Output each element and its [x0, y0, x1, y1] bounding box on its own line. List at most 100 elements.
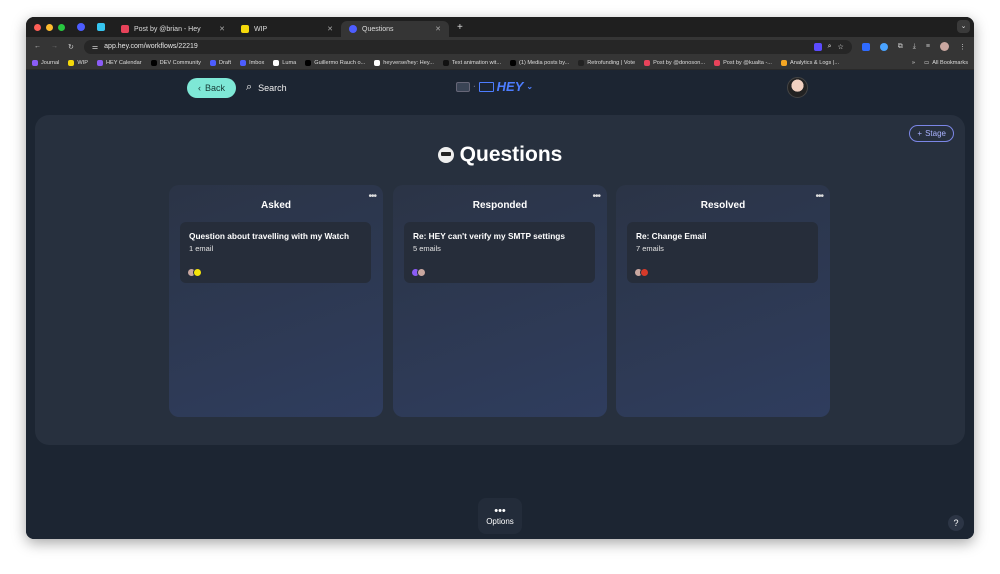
browser-toolbar: ← → ↻ ⚌ app.hey.com/workflows/22219 ⌕ ☆ … — [26, 37, 974, 56]
bookmark-favicon-icon — [510, 59, 516, 66]
bookmark-item[interactable]: Imbox — [240, 59, 265, 66]
stage-column: ••• Resolved Re: Change Email 7 emails — [616, 185, 830, 417]
bookmark-label: Draft — [218, 59, 232, 66]
close-tab-icon[interactable]: ✕ — [435, 25, 441, 33]
bookmark-label: Guillermo Rauch o... — [314, 59, 366, 66]
download-icon[interactable]: ⤓ — [913, 43, 916, 51]
thread-card[interactable]: Re: Change Email 7 emails — [627, 222, 818, 283]
tab-label: Post by @brian - Hey — [134, 25, 201, 33]
bookmark-item[interactable]: Draft — [209, 59, 232, 66]
maximize-window-button[interactable] — [58, 23, 65, 31]
media-icon[interactable]: ≡ — [926, 43, 930, 50]
bookmark-item[interactable]: DEV Community — [150, 59, 201, 66]
extensions-puzzle-icon[interactable]: ⧉ — [898, 43, 903, 51]
column-menu-icon[interactable]: ••• — [592, 191, 600, 202]
profile-avatar[interactable] — [940, 42, 949, 51]
address-bar[interactable]: ⚌ app.hey.com/workflows/22219 ⌕ ☆ — [83, 39, 852, 54]
minimize-window-button[interactable] — [46, 23, 53, 31]
bookmark-item[interactable]: Luma — [273, 59, 296, 66]
menu-kebab-icon[interactable]: ⋮ — [959, 43, 966, 51]
bookmark-favicon-icon — [374, 59, 381, 66]
participant-avatars — [187, 268, 202, 277]
tab-search-chevron-icon[interactable]: ⌄ — [957, 20, 970, 33]
participant-avatar — [193, 268, 202, 277]
bookmark-favicon-icon — [32, 59, 38, 66]
hey-icon — [349, 25, 357, 33]
bookmark-item[interactable]: heyverse/hey: Hey... — [374, 59, 434, 66]
all-bookmarks-button[interactable]: ▭ All Bookmarks — [924, 60, 968, 66]
bookmark-label: Retrofunding | Vote — [587, 59, 636, 66]
bookmark-item[interactable]: Analytics & Logs |... — [780, 59, 840, 66]
bookmark-item[interactable]: (1) Media posts by... — [510, 59, 569, 66]
stage-label: Stage — [925, 129, 946, 138]
tab-wip[interactable]: WIP ✕ — [233, 21, 341, 37]
column-title: Asked — [260, 200, 291, 211]
bookmark-item[interactable]: Journal — [32, 59, 59, 66]
chevron-left-icon: ‹ — [197, 83, 201, 93]
bookmark-favicon-icon — [442, 59, 449, 66]
forward-arrow-icon[interactable]: → — [51, 43, 58, 50]
close-tab-icon[interactable]: ✕ — [219, 25, 225, 33]
bookmark-favicon-icon — [240, 59, 247, 66]
help-button[interactable]: ? — [948, 515, 964, 531]
bookmark-favicon-icon — [780, 59, 787, 66]
back-arrow-icon[interactable]: ← — [34, 43, 41, 50]
options-button[interactable]: ••• Options — [478, 498, 522, 534]
bookmarks-overflow-icon[interactable]: » — [912, 60, 915, 66]
bookmark-label: Imbox — [249, 59, 265, 66]
extension-icon[interactable] — [813, 42, 822, 51]
new-tab-button[interactable]: + — [457, 22, 463, 33]
plus-icon: + — [917, 129, 923, 138]
bookmark-label: Analytics & Logs |... — [789, 59, 840, 66]
envelope-icon — [478, 81, 494, 92]
bookmark-favicon-icon — [68, 59, 75, 66]
bookmark-item[interactable]: WIP — [68, 59, 88, 66]
bookmark-favicon-icon — [644, 59, 651, 66]
tab-post-brian[interactable]: Post by @brian - Hey ✕ — [113, 21, 233, 37]
browser-window: Post by @brian - Hey ✕ WIP ✕ Questions ✕ + … — [26, 17, 974, 539]
search-button[interactable]: ⌕ Search — [246, 81, 287, 94]
bookmark-item[interactable]: Text animation wit... — [442, 59, 501, 66]
bookmark-favicon-icon — [305, 59, 312, 66]
email-count: 7 emails — [636, 244, 664, 253]
participant-avatar — [640, 268, 649, 277]
back-button[interactable]: ‹ Back — [187, 78, 236, 98]
thread-card[interactable]: Re: HEY can't verify my SMTP settings 5 … — [404, 222, 595, 283]
bookmark-star-icon[interactable]: ☆ — [838, 43, 844, 51]
bookmark-favicon-icon — [578, 59, 585, 66]
tab-questions[interactable]: Questions ✕ — [341, 21, 449, 37]
extension-icon[interactable] — [879, 42, 888, 51]
bookmark-label: Text animation wit... — [451, 59, 501, 66]
participant-avatar — [417, 268, 426, 277]
bookmark-item[interactable]: HEY Calendar — [96, 59, 142, 66]
close-tab-icon[interactable]: ✕ — [327, 25, 333, 33]
pinned-tab-icon[interactable] — [77, 23, 85, 31]
bookmark-item[interactable]: Post by @kualta -... — [714, 59, 772, 66]
slack-pinned-tab-icon[interactable] — [97, 23, 105, 31]
bookmark-favicon-icon — [209, 59, 216, 66]
bookmark-item[interactable]: Post by @donoson... — [644, 59, 706, 66]
hey-app: ‹ Back ⌕ Search · HEY ⌄ + Stage Questions •… — [26, 70, 974, 539]
thread-card[interactable]: Question about travelling with my Watch … — [180, 222, 371, 283]
zoom-extension-icon[interactable] — [861, 42, 870, 51]
options-label: Options — [486, 516, 514, 526]
column-menu-icon[interactable]: ••• — [368, 191, 376, 202]
bookmark-item[interactable]: Guillermo Rauch o... — [305, 59, 366, 66]
add-stage-button[interactable]: + Stage — [909, 125, 954, 142]
column-menu-icon[interactable]: ••• — [815, 191, 823, 202]
stage-column: ••• Asked Question about travelling with… — [169, 185, 383, 417]
bookmark-favicon-icon — [714, 59, 721, 66]
bookmark-label: Post by @donoson... — [653, 59, 706, 66]
hey-logo-menu[interactable]: · HEY ⌄ — [456, 79, 533, 94]
user-avatar[interactable] — [787, 77, 808, 98]
close-window-button[interactable] — [34, 23, 41, 31]
search-label: Search — [258, 82, 287, 93]
chevron-down-icon: ⌄ — [526, 82, 534, 91]
bookmark-item[interactable]: Retrofunding | Vote — [578, 59, 636, 66]
url-text[interactable]: app.hey.com/workflows/22219 — [104, 43, 198, 50]
zoom-icon[interactable]: ⌕ — [828, 43, 832, 51]
thread-title: Question about travelling with my Watch — [189, 231, 350, 241]
reload-icon[interactable]: ↻ — [68, 43, 74, 51]
site-settings-icon[interactable]: ⚌ — [92, 43, 98, 51]
stage-column: ••• Responded Re: HEY can't verify my SM… — [393, 185, 607, 417]
